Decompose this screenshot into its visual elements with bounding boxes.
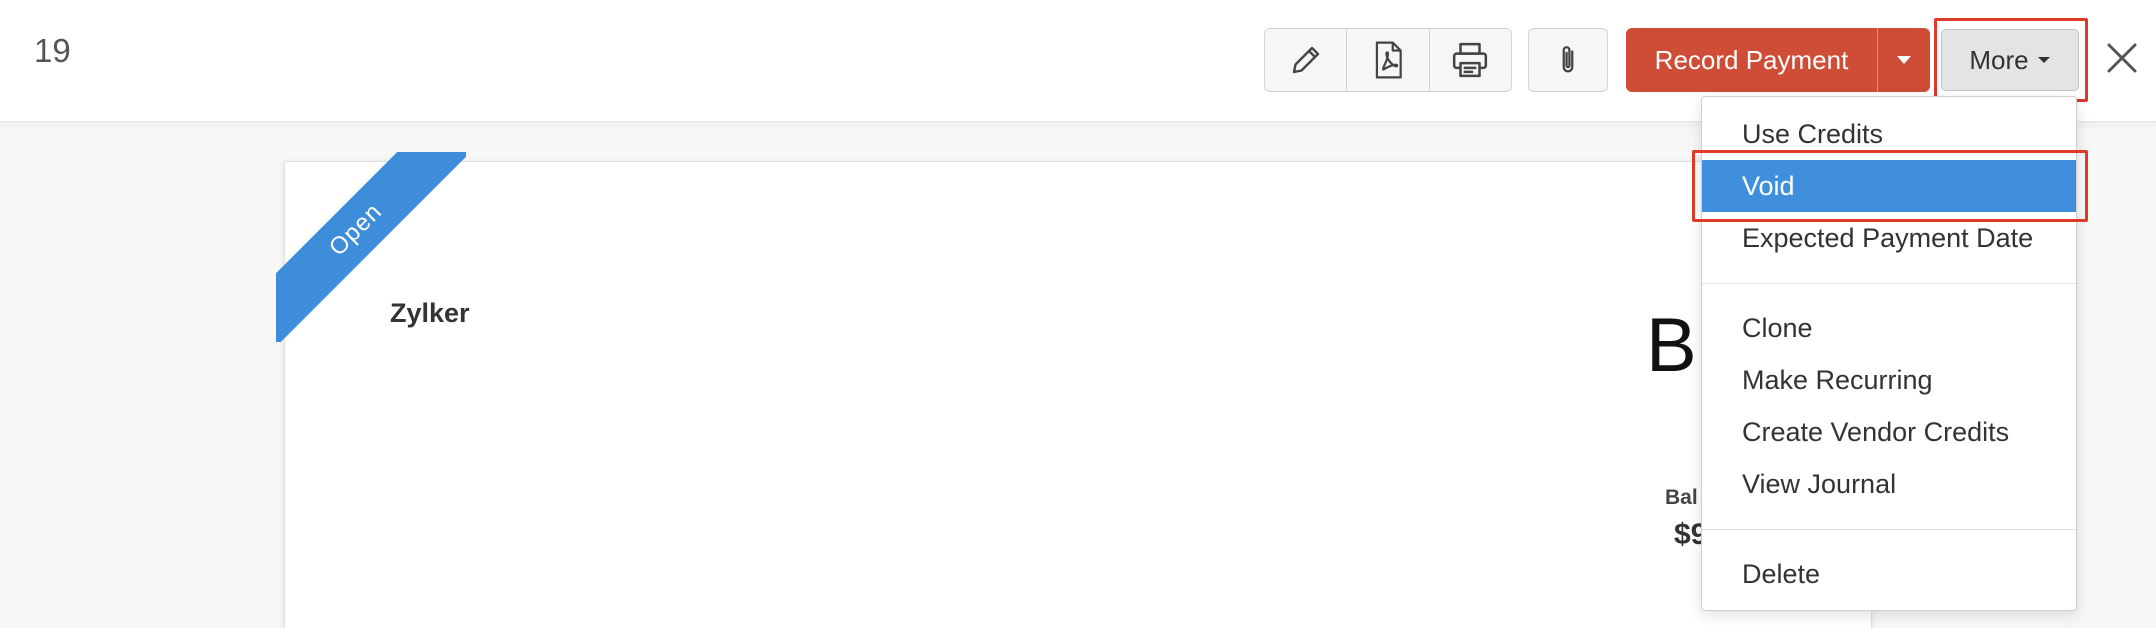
bill-number: 19 [34,32,71,69]
pencil-icon [1292,46,1319,74]
pdf-icon [1375,41,1402,79]
print-button[interactable] [1429,29,1511,91]
menu-item-create-vendor-credits[interactable]: Create Vendor Credits [1702,406,2076,458]
edit-button[interactable] [1265,29,1348,91]
record-payment-button[interactable]: Record Payment [1626,28,1878,92]
printer-icon [1453,42,1488,78]
caret-down-icon [1897,56,1911,64]
more-button-highlight [1934,18,2088,102]
menu-item-make-recurring[interactable]: Make Recurring [1702,354,2076,406]
balance-due-label: Bal [1665,486,1698,509]
action-icon-group [1264,28,1512,92]
menu-divider [1702,283,2076,284]
bill-document [284,161,1872,628]
menu-item-clone[interactable]: Clone [1702,302,2076,354]
bill-title: B [1646,303,1697,388]
record-payment-group: Record Payment [1626,28,1930,92]
menu-item-view-journal[interactable]: View Journal [1702,458,2076,510]
void-item-highlight [1692,150,2088,222]
menu-divider [1702,529,2076,530]
close-icon [2107,43,2137,73]
vendor-name: Zylker [390,298,470,328]
attach-button[interactable] [1528,28,1608,92]
pdf-button[interactable] [1347,29,1430,91]
paperclip-icon [1562,46,1574,73]
close-button[interactable] [2104,38,2140,78]
record-payment-dropdown-button[interactable] [1878,28,1930,92]
menu-item-delete[interactable]: Delete [1702,548,2076,600]
